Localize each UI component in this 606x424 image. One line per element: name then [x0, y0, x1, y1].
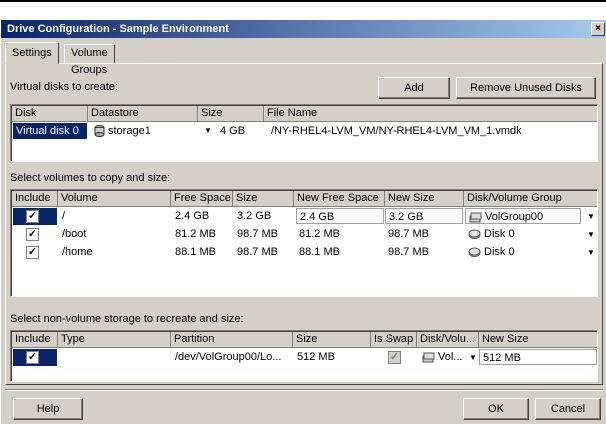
volume-group-icon — [422, 352, 435, 363]
datastore-cell[interactable]: storage1 — [91, 123, 201, 139]
new-size-field[interactable]: 3.2 GB — [385, 208, 463, 224]
col-header-size[interactable]: Size — [233, 191, 294, 207]
window-title: Drive Configuration - Sample Environment — [7, 23, 229, 35]
close-icon: × — [595, 23, 601, 34]
col-header-new-size[interactable]: New Size — [479, 332, 597, 348]
include-checkbox[interactable]: ✓ — [26, 351, 39, 364]
include-checkbox[interactable]: ✓ — [26, 210, 39, 223]
volume-group-select[interactable]: Vol... — [419, 349, 469, 365]
disk-size-cell[interactable]: 4 GB — [217, 123, 267, 139]
free-space-cell: 88.1 MB — [175, 246, 216, 258]
tab-settings[interactable]: Settings — [5, 42, 59, 64]
new-size-field[interactable]: 98.7 MB — [385, 226, 463, 242]
disk-select[interactable]: Disk 0 — [465, 244, 581, 260]
free-space-cell: 81.2 MB — [175, 228, 216, 240]
type-cell — [59, 349, 169, 365]
datastore-dropdown-icon[interactable]: ▼ — [203, 124, 213, 138]
col-header-file-name[interactable]: File Name — [264, 106, 597, 122]
volumes-label: Select volumes to copy and size: — [10, 172, 171, 184]
footer-separator — [5, 389, 603, 391]
drive-configuration-dialog: Drive Configuration - Sample Environment… — [0, 20, 606, 424]
volume-cell: /home — [62, 246, 93, 258]
disk-select[interactable]: Disk 0 — [465, 226, 581, 242]
include-checkbox[interactable]: ✓ — [26, 246, 39, 259]
col-header-size[interactable]: Size — [293, 332, 371, 348]
disk-dropdown-icon[interactable]: ▼ — [586, 228, 596, 242]
close-button[interactable]: × — [591, 22, 605, 36]
col-header-size[interactable]: Size — [198, 106, 264, 122]
disk-name-cell[interactable]: Virtual disk 0 — [13, 123, 87, 139]
col-header-include[interactable]: Include — [12, 332, 58, 348]
cancel-button[interactable]: Cancel — [535, 398, 601, 420]
database-icon — [94, 125, 105, 138]
free-space-cell: 2.4 GB — [175, 210, 210, 222]
col-header-partition[interactable]: Partition — [171, 332, 293, 348]
new-free-space-field[interactable]: 81.2 MB — [296, 226, 384, 242]
col-header-free-space[interactable]: Free Space — [171, 191, 233, 207]
volume-cell: / — [62, 210, 66, 222]
size-cell: 98.7 MB — [237, 228, 278, 240]
ok-button[interactable]: OK — [463, 398, 529, 420]
disk-value: Disk 0 — [484, 228, 515, 240]
new-size-field[interactable]: 512 MB — [479, 349, 597, 365]
col-header-disk[interactable]: Disk — [12, 106, 88, 122]
col-header-disk-volume[interactable]: Disk/Volu... — [417, 332, 479, 348]
col-header-disk-volume-group[interactable]: Disk/Volume Group — [464, 191, 597, 207]
nonvolume-table[interactable]: Include Type Partition Size Is Swap Disk… — [10, 330, 598, 382]
new-free-space-field[interactable]: 88.1 MB — [296, 244, 384, 260]
disk-value: Disk 0 — [484, 246, 515, 258]
remove-unused-disks-button[interactable]: Remove Unused Disks — [456, 77, 596, 99]
title-bar: Drive Configuration - Sample Environment… — [1, 20, 606, 38]
settings-panel: Virtual disks to create: Add Remove Unus… — [5, 63, 603, 385]
disk-icon — [468, 247, 481, 257]
top-border — [0, 0, 606, 2]
disk-dropdown-icon[interactable]: ▼ — [586, 246, 596, 260]
partition-cell: /dev/VolGroup00/Lo... — [175, 351, 282, 363]
size-cell: 98.7 MB — [237, 246, 278, 258]
help-button[interactable]: Help — [13, 398, 83, 420]
is-swap-checkbox: ✓ — [388, 351, 401, 364]
col-header-volume[interactable]: Volume — [58, 191, 171, 207]
col-header-new-free-space[interactable]: New Free Space — [294, 191, 385, 207]
volume-group-dropdown-icon[interactable]: ▼ — [468, 351, 478, 365]
tab-volume-groups[interactable]: Volume Groups — [64, 44, 115, 76]
datastore-value: storage1 — [108, 125, 151, 137]
volume-group-dropdown-icon[interactable]: ▼ — [586, 210, 596, 224]
size-cell: 3.2 GB — [237, 210, 272, 222]
col-header-type[interactable]: Type — [58, 332, 171, 348]
col-header-include[interactable]: Include — [12, 191, 58, 207]
volume-group-icon — [469, 212, 482, 223]
col-header-is-swap[interactable]: Is Swap — [371, 332, 417, 348]
disk-icon — [468, 229, 481, 239]
tab-settings-label: Settings — [12, 47, 52, 59]
volume-group-select[interactable]: VolGroup00 — [465, 208, 581, 224]
new-size-field[interactable]: 98.7 MB — [385, 244, 463, 260]
col-header-new-size[interactable]: New Size — [385, 191, 464, 207]
volume-group-value: VolGroup00 — [485, 211, 544, 223]
add-button[interactable]: Add — [378, 77, 450, 99]
volume-cell: /boot — [62, 228, 87, 240]
file-name-cell[interactable]: /NY-RHEL4-LVM_VM/NY-RHEL4-LVM_VM_1.vmdk — [268, 123, 597, 139]
nonvolume-label: Select non-volume storage to recreate an… — [10, 313, 244, 325]
virtual-disks-label: Virtual disks to create: — [10, 81, 119, 93]
col-header-datastore[interactable]: Datastore — [88, 106, 198, 122]
virtual-disks-table[interactable]: Disk Datastore Size File Name Virtual di… — [10, 104, 598, 162]
size-cell: 512 MB — [297, 351, 335, 363]
volumes-table[interactable]: Include Volume Free Space Size New Free … — [10, 189, 598, 297]
include-checkbox[interactable]: ✓ — [26, 228, 39, 241]
volume-group-value: Vol... — [438, 351, 463, 363]
new-free-space-field[interactable]: 2.4 GB — [296, 208, 384, 224]
